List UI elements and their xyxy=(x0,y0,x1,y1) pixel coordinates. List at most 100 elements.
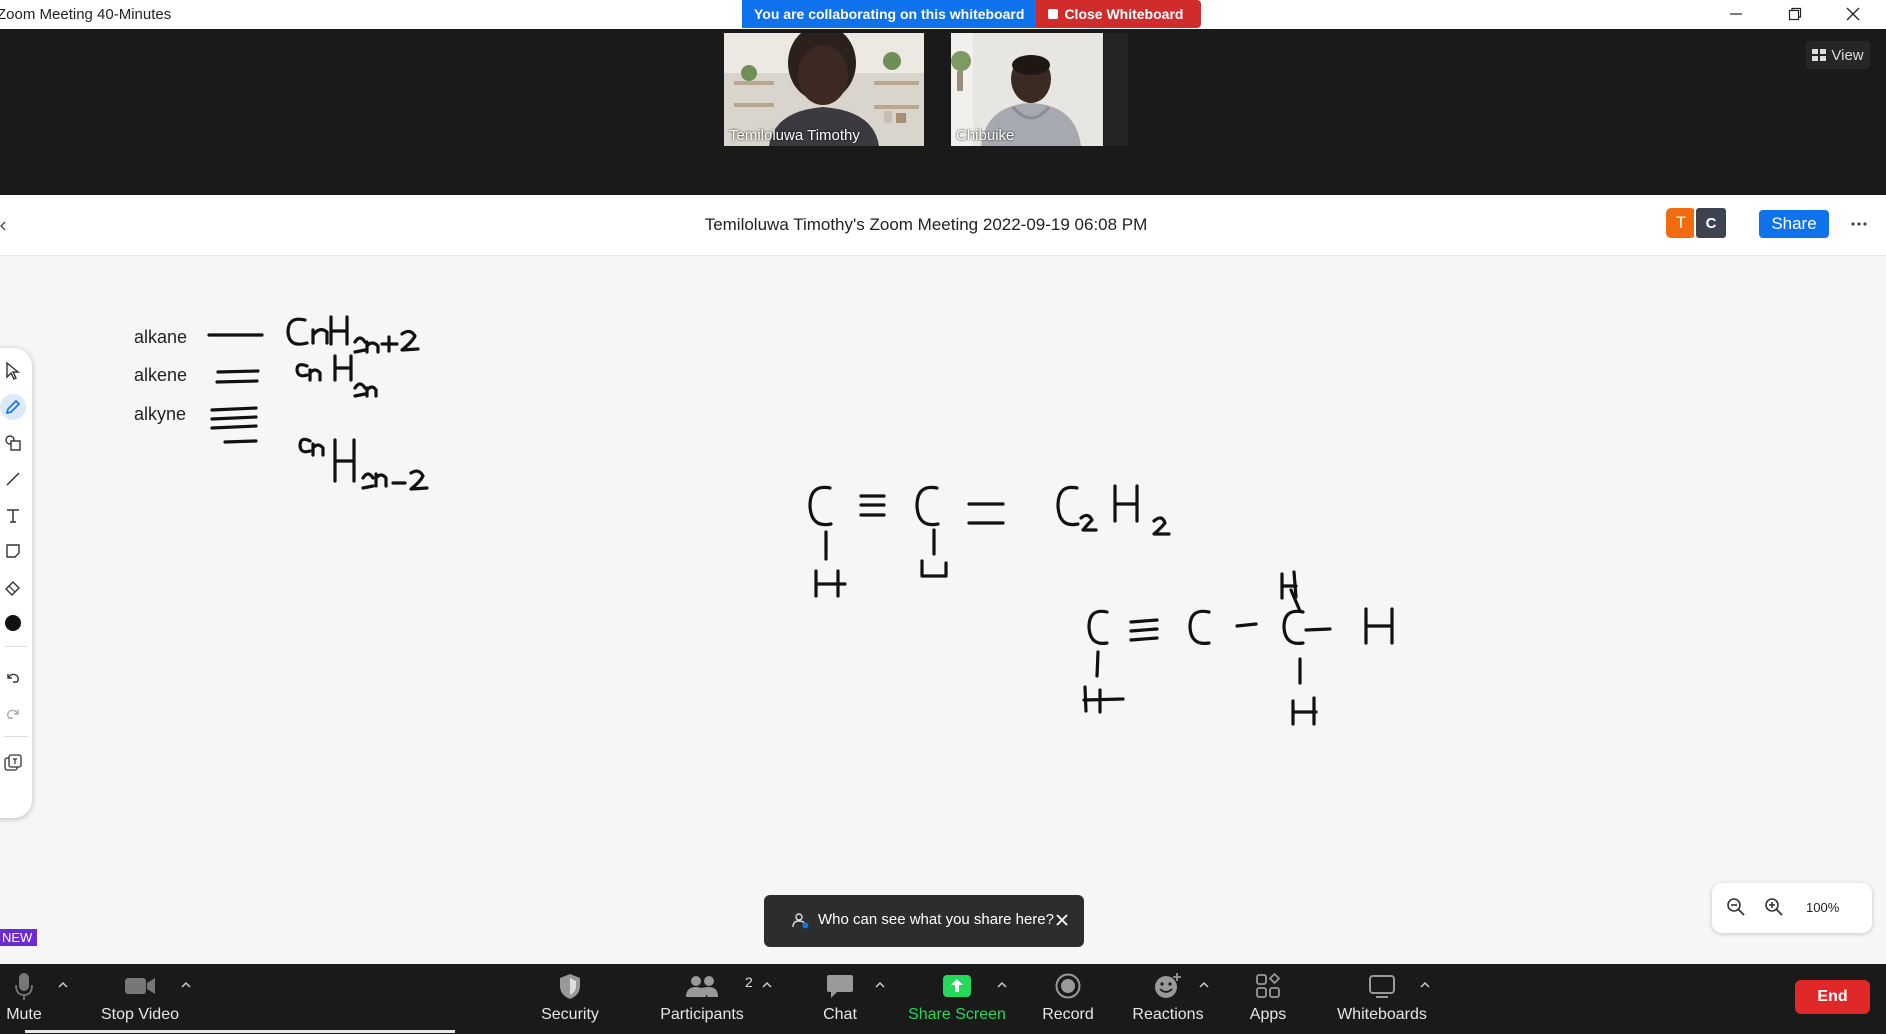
chevron-up-icon[interactable] xyxy=(873,978,887,992)
chat-button[interactable]: Chat xyxy=(816,964,864,1034)
mute-label: Mute xyxy=(6,1006,42,1023)
color-swatch-icon xyxy=(5,615,21,631)
shapes-tool[interactable] xyxy=(0,430,26,456)
toolbar-divider xyxy=(4,736,28,737)
toast-close-button[interactable] xyxy=(1052,910,1072,930)
text-icon xyxy=(7,509,19,523)
close-window-button[interactable] xyxy=(1824,0,1882,28)
select-tool[interactable] xyxy=(0,358,26,384)
stop-video-button[interactable]: Stop Video xyxy=(100,964,180,1034)
collaboration-message: You are collaborating on this whiteboard xyxy=(742,0,1037,28)
redo-icon xyxy=(7,709,19,719)
whiteboards-label: Whiteboards xyxy=(1337,1006,1427,1023)
mute-button[interactable]: Mute xyxy=(0,964,48,1034)
security-button[interactable]: Security xyxy=(538,964,602,1034)
shield-icon xyxy=(560,974,580,999)
end-meeting-button[interactable]: End xyxy=(1795,980,1870,1014)
pen-tool[interactable] xyxy=(0,394,26,420)
chat-bubble-icon xyxy=(827,975,853,998)
text-tool[interactable] xyxy=(0,502,26,528)
handwritten-drawings[interactable] xyxy=(0,256,1886,964)
chevron-up-icon[interactable] xyxy=(179,978,193,992)
shapes-icon xyxy=(5,435,21,451)
meeting-controls-bar: Mute Stop Video Security 2 Participants … xyxy=(0,964,1886,1034)
close-whiteboard-label: Close Whiteboard xyxy=(1064,6,1184,22)
share-screen-label: Share Screen xyxy=(908,1006,1006,1023)
participant-video-tile[interactable]: Temiloluwa Timothy xyxy=(724,33,924,146)
stop-icon xyxy=(1048,9,1059,19)
reactions-button[interactable]: Reactions xyxy=(1130,964,1206,1034)
participants-button[interactable]: 2 Participants xyxy=(660,964,753,1034)
chevron-up-icon[interactable] xyxy=(1418,978,1432,992)
minimize-button[interactable] xyxy=(1707,0,1765,28)
whiteboard-canvas[interactable]: alkane alkene alkyne Who can see what yo… xyxy=(0,256,1886,964)
minimize-icon xyxy=(1730,13,1742,15)
whiteboard-header: Temiloluwa Timothy's Zoom Meeting 2022-0… xyxy=(0,195,1886,256)
sticky-note-icon xyxy=(6,544,20,558)
participant-name: Chibuike xyxy=(956,127,1015,144)
stop-video-label: Stop Video xyxy=(101,1006,179,1023)
collaborator-initial: C xyxy=(1705,214,1717,232)
restore-icon xyxy=(1788,7,1802,21)
microphone-icon xyxy=(15,973,33,1000)
zoom-level[interactable]: 100% xyxy=(1806,900,1839,915)
video-strip: Temiloluwa Timothy Chibuike View xyxy=(0,29,1886,195)
color-picker[interactable] xyxy=(0,610,26,636)
sticky-note-tool[interactable] xyxy=(0,538,26,564)
security-label: Security xyxy=(541,1006,599,1023)
restore-button[interactable] xyxy=(1766,0,1824,28)
share-screen-button[interactable]: Share Screen xyxy=(908,964,1006,1034)
whiteboard-share-button[interactable]: Share xyxy=(1759,210,1829,238)
collaborator-avatar[interactable]: C xyxy=(1694,206,1728,240)
close-icon xyxy=(1846,7,1860,21)
more-icon xyxy=(1851,222,1867,226)
more-options-button[interactable] xyxy=(1846,210,1872,238)
user-visibility-icon xyxy=(792,913,809,929)
templates-tool[interactable] xyxy=(0,750,26,776)
progress-indicator xyxy=(25,1030,455,1033)
reactions-icon xyxy=(1155,973,1181,998)
view-label: View xyxy=(1831,46,1864,64)
apps-icon xyxy=(1256,973,1281,998)
share-screen-icon xyxy=(943,975,971,997)
window-titlebar: Zoom Meeting 40-Minutes You are collabor… xyxy=(0,0,1886,29)
redo-button[interactable] xyxy=(0,700,26,726)
new-badge: NEW xyxy=(0,929,37,946)
whiteboard-title: Temiloluwa Timothy's Zoom Meeting 2022-0… xyxy=(704,215,1148,234)
zoom-out-icon xyxy=(1727,898,1745,916)
participant-name: Temiloluwa Timothy xyxy=(729,127,860,144)
line-icon xyxy=(6,472,20,486)
chevron-up-icon[interactable] xyxy=(56,978,70,992)
record-button[interactable]: Record xyxy=(1038,964,1098,1034)
zoom-in-icon xyxy=(1765,898,1783,916)
line-tool[interactable] xyxy=(0,466,26,492)
whiteboards-button[interactable]: Whiteboards xyxy=(1334,964,1430,1034)
participants-label: Participants xyxy=(660,1006,744,1023)
chat-label: Chat xyxy=(823,1006,857,1023)
video-camera-icon xyxy=(125,978,155,994)
view-button[interactable]: View xyxy=(1806,41,1870,69)
apps-label: Apps xyxy=(1249,1006,1287,1023)
share-visibility-toast[interactable]: Who can see what you share here? xyxy=(764,895,1084,947)
apps-button[interactable]: Apps xyxy=(1246,964,1290,1034)
grid-icon xyxy=(1812,49,1827,61)
eraser-icon xyxy=(5,581,20,596)
reactions-label: Reactions xyxy=(1132,1006,1204,1023)
record-label: Record xyxy=(1042,1006,1094,1023)
participant-video-tile[interactable]: Chibuike xyxy=(951,33,1103,146)
zoom-out-button[interactable] xyxy=(1726,897,1746,922)
record-icon xyxy=(1055,973,1081,999)
zoom-in-button[interactable] xyxy=(1764,897,1784,922)
video-strip-divider xyxy=(1104,33,1128,146)
toast-text: Who can see what you share here? xyxy=(818,911,1054,928)
whiteboard-toolbar xyxy=(0,348,32,818)
undo-button[interactable] xyxy=(0,664,26,690)
undo-icon xyxy=(7,673,19,683)
chevron-up-icon[interactable] xyxy=(1197,978,1211,992)
collaborator-initial: T xyxy=(1675,213,1687,232)
chevron-up-icon[interactable] xyxy=(995,978,1009,992)
eraser-tool[interactable] xyxy=(0,574,26,600)
collaborator-avatar[interactable]: T xyxy=(1666,208,1696,238)
chevron-up-icon[interactable] xyxy=(760,978,774,992)
close-whiteboard-button[interactable]: Close Whiteboard xyxy=(1036,0,1202,28)
